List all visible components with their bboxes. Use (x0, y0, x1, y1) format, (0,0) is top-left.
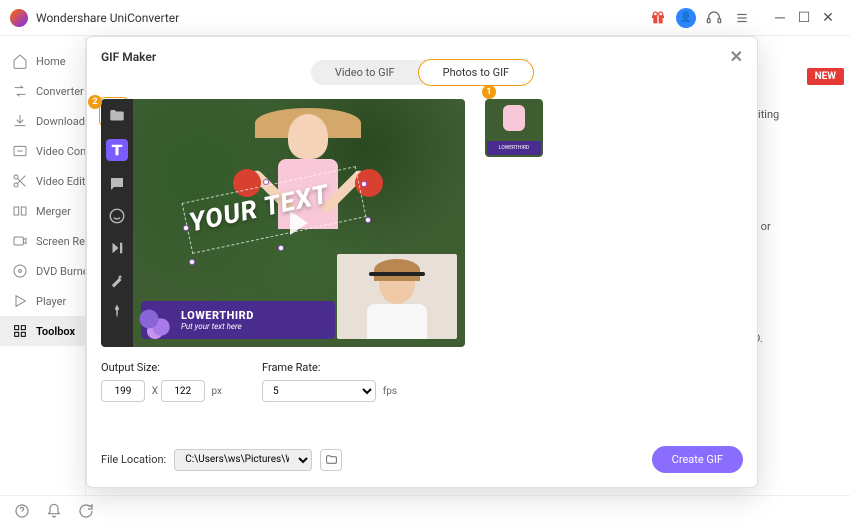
magic-tool-icon[interactable] (108, 271, 126, 289)
tool-rail (101, 99, 133, 347)
fps-unit: fps (383, 386, 397, 397)
tab-video-to-gif[interactable]: Video to GIF (311, 60, 419, 85)
scissors-icon (12, 173, 28, 189)
tab-photos-to-gif[interactable]: Photos to GIF (418, 59, 535, 86)
params-row: Output Size: X px Frame Rate: 5 fps (87, 353, 757, 402)
bottombar (0, 495, 850, 525)
sidebar-item-label: Converter (36, 85, 84, 98)
sidebar-item-label: Video Compressor (36, 145, 85, 158)
disc-icon (12, 263, 28, 279)
sidebar-item-editor[interactable]: Video Editor (0, 166, 85, 196)
tab-row: Video to GIF Photos to GIF (87, 60, 757, 85)
sidebar-item-home[interactable]: Home (0, 46, 85, 76)
callout-badge-2: 2 (88, 95, 102, 109)
hamburger-menu-icon[interactable] (732, 8, 752, 28)
sidebar-item-label: Screen Recorder (36, 235, 85, 248)
lower-third-sub: Put your text here (181, 322, 335, 331)
text-tool-icon[interactable] (106, 139, 128, 161)
create-gif-button[interactable]: Create GIF (652, 446, 743, 473)
play-icon (12, 293, 28, 309)
skip-tool-icon[interactable] (108, 239, 126, 257)
sidebar-item-dvd[interactable]: DVD Burner (0, 256, 85, 286)
sidebar-item-converter[interactable]: Converter (0, 76, 85, 106)
toolbox-icon (12, 323, 28, 339)
file-location-label: File Location: (101, 453, 166, 466)
canvas-preview[interactable]: YOUR TEXT LOWERTHIRD Put your text here (133, 99, 465, 347)
chat-tool-icon[interactable] (108, 175, 126, 193)
app-title: Wondershare UniConverter (36, 11, 179, 25)
flower-decoration (137, 303, 177, 343)
sidebar-item-label: Video Editor (36, 175, 85, 188)
close-button[interactable]: ✕ (816, 10, 840, 26)
emoji-tool-icon[interactable] (108, 207, 126, 225)
pin-tool-icon[interactable] (108, 303, 126, 321)
sidebar-item-label: Home (36, 55, 66, 68)
gift-icon[interactable] (648, 8, 668, 28)
output-size-label: Output Size: (101, 361, 222, 374)
lower-third-title: LOWERTHIRD (181, 309, 335, 322)
merger-icon (12, 203, 28, 219)
sidebar-item-label: Merger (36, 205, 71, 218)
new-badge: NEW (807, 68, 844, 85)
output-height-input[interactable] (161, 380, 205, 402)
sidebar-item-label: DVD Burner (36, 265, 85, 278)
frame-rate-select[interactable]: 5 (262, 380, 376, 402)
pip-overlay[interactable] (337, 254, 457, 339)
app-logo (10, 9, 28, 27)
sidebar-item-label: Toolbox (36, 325, 75, 338)
titlebar: Wondershare UniConverter 👤 ─ ☐ ✕ (0, 0, 850, 36)
open-folder-button[interactable] (320, 449, 342, 471)
download-icon (12, 113, 28, 129)
thumbnail-item[interactable]: LOWERTHIRD (485, 99, 543, 157)
folder-tool-icon[interactable] (108, 107, 126, 125)
compressor-icon (12, 143, 28, 159)
sidebar-item-label: Downloader (36, 115, 85, 128)
minimize-button[interactable]: ─ (768, 9, 792, 26)
home-icon (12, 53, 28, 69)
sidebar-item-compressor[interactable]: Video Compressor (0, 136, 85, 166)
footer-row: File Location: C:\Users\ws\Pictures\Wond… (87, 432, 757, 487)
sidebar-item-merger[interactable]: Merger (0, 196, 85, 226)
converter-icon (12, 83, 28, 99)
px-unit: px (211, 386, 222, 397)
file-location-select[interactable]: C:\Users\ws\Pictures\Wonders (174, 449, 312, 471)
sidebar-item-label: Player (36, 295, 66, 308)
output-width-input[interactable] (101, 380, 145, 402)
recorder-icon (12, 233, 28, 249)
callout-badge-1: 1 (482, 85, 496, 99)
help-headset-icon[interactable] (704, 8, 724, 28)
sidebar: Home Converter Downloader Video Compress… (0, 36, 86, 495)
help-icon[interactable] (14, 503, 30, 519)
frame-rate-label: Frame Rate: (262, 361, 397, 374)
maximize-button[interactable]: ☐ (792, 10, 816, 26)
thumbnail-list: LOWERTHIRD (485, 99, 543, 347)
sidebar-item-recorder[interactable]: Screen Recorder (0, 226, 85, 256)
sidebar-item-downloader[interactable]: Downloader (0, 106, 85, 136)
size-separator: X (152, 386, 158, 397)
sidebar-item-player[interactable]: Player (0, 286, 85, 316)
bell-icon[interactable] (46, 503, 62, 519)
feedback-icon[interactable] (78, 503, 94, 519)
editor: YOUR TEXT LOWERTHIRD Put your text here (101, 99, 465, 347)
gif-maker-modal: 1 2 GIF Maker ✕ Video to GIF Photos to G… (86, 36, 758, 488)
user-avatar[interactable]: 👤 (676, 8, 696, 28)
sidebar-item-toolbox[interactable]: Toolbox (0, 316, 85, 346)
